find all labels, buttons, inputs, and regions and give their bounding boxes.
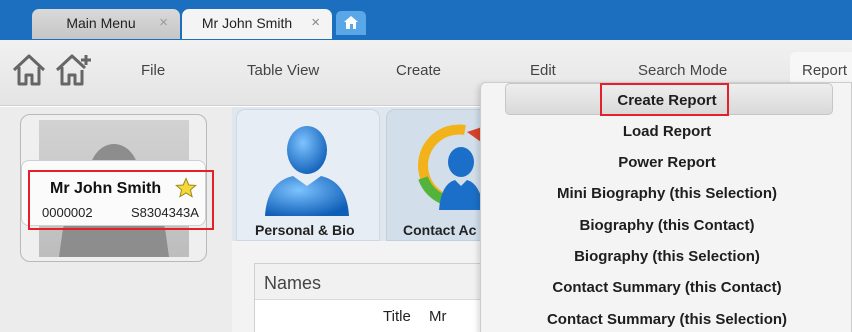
tile-contact-activity-label: Contact Ac [403,222,477,238]
favorite-star-icon[interactable] [175,177,197,199]
menu-biography-contact[interactable]: Biography (this Contact) [481,217,852,234]
contact-name: Mr John Smith [50,180,162,197]
title-field-label: Title [383,308,411,325]
names-header[interactable]: Names [255,264,493,300]
names-panel: Names Title Mr [254,263,494,332]
create-report-highlight-box [600,83,729,116]
menu-edit[interactable]: Edit [530,62,556,79]
report-dropdown-menu: Create Report Load Report Power Report M… [480,82,852,332]
menu-biography-selection[interactable]: Biography (this Selection) [481,248,852,265]
home-add-icon[interactable] [54,52,94,88]
title-field-value[interactable]: Mr [429,308,447,325]
tab-person-close-icon[interactable]: × [311,14,320,31]
tab-main-menu-close-icon[interactable]: × [159,14,168,31]
contact-code: S8304343A [131,205,199,220]
tab-main-menu[interactable]: Main Menu × [32,9,180,39]
menu-load-report[interactable]: Load Report [481,123,852,140]
contact-id: 0000002 [42,205,93,220]
menu-search-mode[interactable]: Search Mode [638,62,727,79]
tab-person-label: Mr John Smith [201,15,293,31]
tab-main-menu-label: Main Menu [66,15,136,31]
menu-power-report[interactable]: Power Report [481,154,852,171]
tile-personal-bio-label: Personal & Bio [255,222,355,238]
menu-contact-summary-contact[interactable]: Contact Summary (this Contact) [481,279,852,296]
new-tab-home-icon[interactable] [336,11,366,35]
tab-bar: Main Menu × Mr John Smith × [0,0,852,40]
menu-create[interactable]: Create [396,62,441,79]
menu-file[interactable]: File [141,62,165,79]
tab-person[interactable]: Mr John Smith × [182,9,332,39]
menu-mini-biography-selection[interactable]: Mini Biography (this Selection) [481,185,852,202]
menu-table-view[interactable]: Table View [247,62,319,79]
person-icon [265,126,349,216]
home-icon[interactable] [10,52,48,88]
tile-personal-bio[interactable]: Personal & Bio [236,109,380,241]
menu-contact-summary-selection[interactable]: Contact Summary (this Selection) [481,311,852,328]
